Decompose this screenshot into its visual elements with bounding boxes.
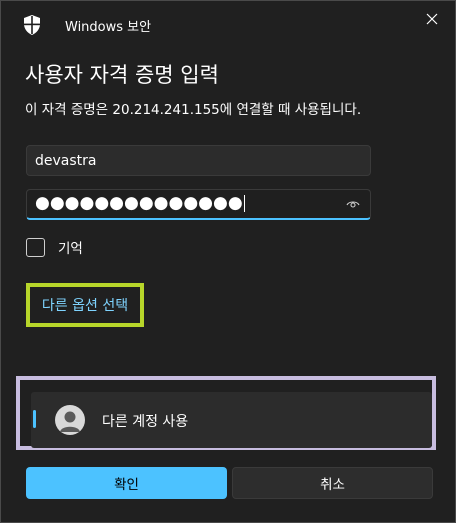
remember-checkbox-row[interactable]: 기억 [26, 237, 83, 257]
selection-indicator [33, 410, 36, 428]
use-different-account-label: 다른 계정 사용 [102, 414, 189, 430]
use-different-account-tile[interactable]: 다른 계정 사용 [31, 392, 432, 448]
close-button[interactable] [417, 7, 447, 31]
more-choices-link[interactable]: 다른 옵션 선택 [42, 295, 128, 315]
account-option-highlight: 다른 계정 사용 [16, 376, 436, 450]
more-choices-highlight: 다른 옵션 선택 [26, 283, 144, 327]
dialog-subtitle: 이 자격 증명은 20.214.241.155에 연결할 때 사용됩니다. [25, 102, 362, 118]
app-title: Windows 보안 [65, 20, 152, 35]
password-value: ●●●●●●●●●●●●●● [35, 193, 245, 213]
title-bar: Windows 보안 [1, 1, 455, 45]
text-caret [243, 194, 245, 212]
credential-dialog: Windows 보안 사용자 자격 증명 입력 이 자격 증명은 20.214.… [0, 0, 456, 523]
password-field[interactable]: ●●●●●●●●●●●●●● [26, 189, 371, 220]
dialog-heading: 사용자 자격 증명 입력 [25, 63, 219, 87]
username-value: devastra [35, 153, 97, 169]
ok-button[interactable]: 확인 [26, 467, 227, 499]
shield-icon [24, 15, 40, 35]
username-field[interactable]: devastra [26, 145, 371, 176]
eye-icon [346, 201, 360, 208]
avatar-icon [55, 405, 85, 435]
remember-label: 기억 [58, 241, 83, 257]
reveal-password-button[interactable] [344, 196, 362, 212]
close-icon [426, 13, 438, 25]
cancel-button[interactable]: 취소 [232, 467, 433, 499]
remember-checkbox[interactable] [26, 237, 45, 257]
